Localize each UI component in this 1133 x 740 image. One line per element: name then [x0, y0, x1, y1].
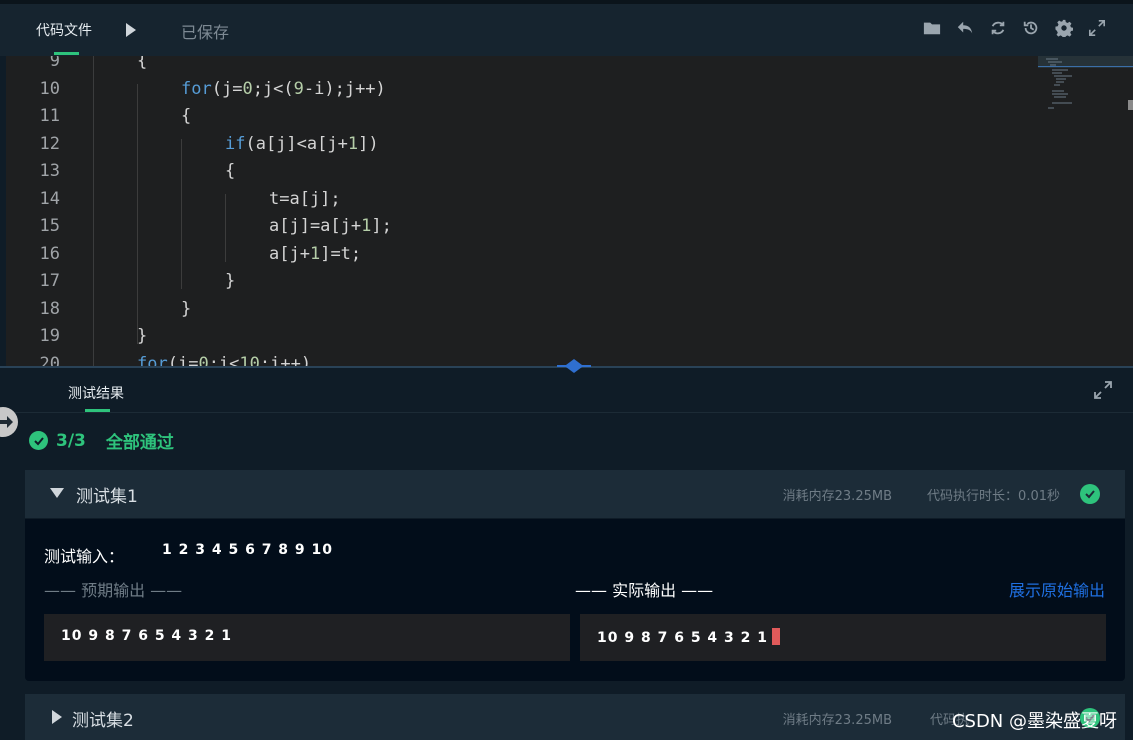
expand-icon[interactable] — [1093, 380, 1113, 400]
line-number: 9 — [49, 56, 60, 71]
test-input-value: 1 2 3 4 5 6 7 8 9 10 — [162, 542, 334, 558]
saved-status: 已保存 — [181, 23, 230, 42]
execution-time: 代码执行时长：0.01秒 — [927, 489, 1060, 504]
test-set-title: 测试集2 — [72, 711, 134, 731]
code-text: a[j+1]=t; — [269, 243, 362, 264]
summary-status: 全部通过 — [105, 433, 174, 453]
code-line: 9{ — [6, 56, 1106, 76]
actual-output-text: 10 9 8 7 6 5 4 3 2 1 — [597, 630, 769, 646]
refresh-icon[interactable] — [988, 18, 1008, 38]
code-line: 12 if(a[j]<a[j+1]) — [6, 131, 1106, 159]
code-line: 17} — [6, 268, 1106, 296]
fullscreen-icon[interactable] — [1087, 18, 1107, 38]
run-icon[interactable] — [126, 23, 136, 37]
code-line: 10 for(j=0;j<(9-i);j++) — [6, 76, 1106, 104]
show-raw-output-link[interactable]: 展示原始输出 — [1009, 577, 1105, 601]
test-set-header[interactable]: 测试集1 消耗内存23.25MB 代码执行时长：0.01秒 — [25, 470, 1125, 518]
history-icon[interactable] — [1021, 18, 1041, 38]
editor-toolbar: 代码文件 已保存 — [0, 0, 1133, 56]
code-text: a[j]=a[j+1]; — [269, 216, 392, 236]
scrollbar-thumb[interactable] — [1128, 100, 1133, 110]
code-text: { — [181, 106, 192, 126]
check-icon — [1080, 484, 1100, 504]
test-set-title: 测试集1 — [76, 487, 138, 507]
chevron-right-icon — [52, 710, 62, 724]
code-text: if(a[j]<a[j+1]) — [225, 133, 379, 154]
arrow-right-icon — [0, 416, 13, 428]
expected-output-text: 10 9 8 7 6 5 4 3 2 1 — [61, 628, 233, 644]
line-number: 10 — [39, 78, 60, 99]
gear-icon[interactable] — [1054, 18, 1074, 38]
check-icon — [29, 431, 48, 450]
tab-code-file[interactable]: 代码文件 — [36, 20, 92, 40]
line-number: 11 — [39, 106, 60, 126]
memory-usage: 消耗内存23.25MB — [782, 713, 892, 728]
results-header: 测试结果 — [0, 368, 1133, 413]
line-number: 14 — [39, 188, 60, 209]
expected-output-box: 10 9 8 7 6 5 4 3 2 1 — [44, 614, 570, 661]
line-number: 18 — [39, 298, 60, 319]
code-text: for(j=0;j<(9-i);j++) — [181, 78, 386, 99]
line-number: 13 — [39, 161, 60, 181]
text-cursor — [772, 628, 781, 645]
code-line: 15 a[j]=a[j+1]; — [6, 213, 1106, 241]
code-line: 13 { — [6, 158, 1106, 186]
code-text: } — [225, 271, 236, 291]
test-set-body: 测试输入： 1 2 3 4 5 6 7 8 9 10 —— 预期输出 —— ——… — [25, 519, 1125, 681]
code-line: 16 a[j+1]=t; — [6, 241, 1106, 269]
actual-output-line: 10 9 8 7 6 5 4 3 2 1 — [597, 628, 781, 646]
undo-icon[interactable] — [955, 18, 975, 38]
code-text: } — [181, 298, 192, 319]
line-number: 19 — [39, 326, 60, 346]
code-text: t=a[j]; — [269, 188, 341, 209]
memory-usage: 消耗内存23.25MB — [782, 489, 892, 504]
test-input-label: 测试输入： — [44, 547, 125, 566]
code-minimap[interactable] — [1038, 56, 1133, 116]
active-tab-indicator — [85, 409, 110, 412]
code-line: 18} — [6, 296, 1106, 324]
code-text: } — [137, 326, 148, 346]
line-number: 17 — [39, 271, 60, 291]
line-number: 15 — [39, 216, 60, 236]
expected-output-label: —— 预期输出 —— — [44, 581, 183, 600]
chevron-down-icon — [50, 488, 64, 498]
folder-icon[interactable] — [922, 18, 942, 38]
code-text: { — [137, 56, 148, 71]
actual-output-label: —— 实际输出 —— — [575, 581, 714, 600]
toolbar-actions — [922, 18, 1107, 38]
tab-test-results[interactable]: 测试结果 — [68, 383, 124, 403]
active-tab-indicator — [54, 52, 79, 55]
code-text: { — [225, 161, 236, 181]
code-line: 14 t=a[j]; — [6, 186, 1106, 214]
code-editor[interactable]: 9{ 10 for(j=0;j<(9-i);j++) 11{ 12 if(a[j]<… — [6, 56, 1133, 368]
line-number: 12 — [39, 133, 60, 154]
code-line: 11 { — [6, 103, 1106, 131]
test-summary: 3/3 全部通过 — [29, 428, 174, 453]
line-number: 16 — [39, 243, 60, 264]
code-line: 19} — [6, 323, 1106, 351]
summary-count: 3/3 — [56, 430, 86, 451]
watermark: CSDN @墨染盛夏呀 — [951, 711, 1117, 732]
actual-output-box: 10 9 8 7 6 5 4 3 2 1 — [580, 614, 1106, 661]
